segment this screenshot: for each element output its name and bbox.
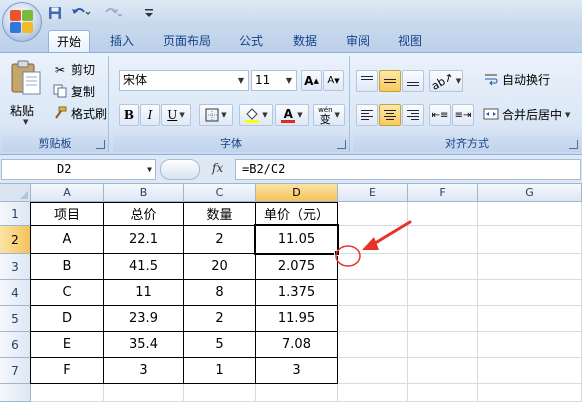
annotation-arrow <box>370 220 412 247</box>
highlight-circle <box>335 245 361 267</box>
office-button[interactable] <box>2 2 42 42</box>
annotation-overlay <box>335 220 412 267</box>
annotation-arrowhead <box>362 237 379 250</box>
office-logo-icon <box>10 10 34 34</box>
